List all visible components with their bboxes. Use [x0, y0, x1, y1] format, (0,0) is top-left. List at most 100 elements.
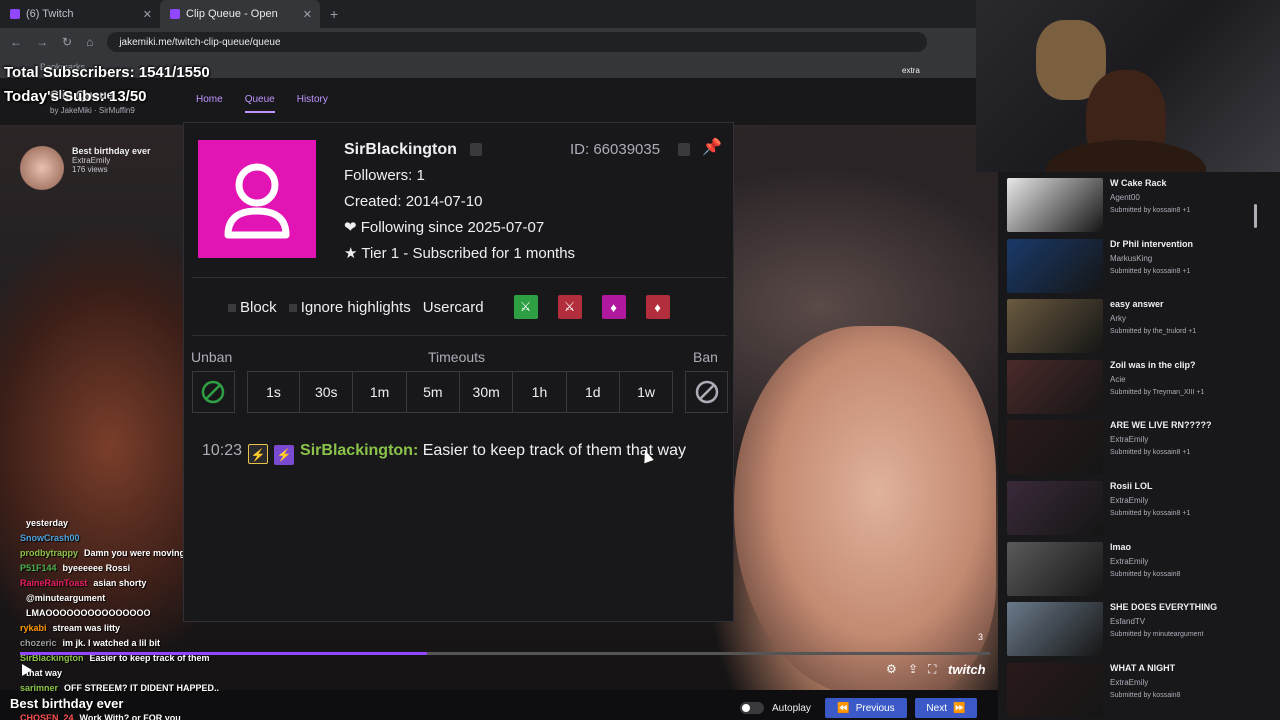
nav-home[interactable]: Home: [196, 94, 223, 113]
message-username[interactable]: SirBlackington:: [300, 442, 418, 459]
usercard-link[interactable]: Usercard: [423, 299, 484, 316]
queue-item[interactable]: Rosii LOL ExtraEmily Submitted by kossain8…: [998, 479, 1266, 537]
autoplay-toggle[interactable]: [740, 702, 764, 714]
timeout-button-1d[interactable]: 1d: [566, 371, 620, 413]
settings-icon[interactable]: ⚙: [886, 662, 897, 676]
browser-tab-twitch[interactable]: (6) Twitch ✕: [0, 0, 160, 28]
unmod-sword-icon[interactable]: ⚔: [557, 295, 582, 319]
share-icon[interactable]: ⇪: [908, 662, 918, 676]
chat-username[interactable]: P51F144: [20, 563, 57, 573]
ignore-label: Ignore highlights: [300, 298, 411, 316]
clip-streamer[interactable]: ExtraEmily: [72, 156, 151, 165]
queue-item[interactable]: Zoil was in the clip? Acie Submitted by Tr…: [998, 358, 1266, 416]
chat-username[interactable]: RaineRainToast: [20, 578, 87, 588]
timeout-button-5m[interactable]: 5m: [406, 371, 460, 413]
chat-username[interactable]: chozeric: [20, 638, 57, 648]
queue-thumbnail[interactable]: [1007, 299, 1103, 354]
twitch-logo[interactable]: twitch: [948, 662, 986, 677]
queue-channel[interactable]: ExtraEmily: [1110, 435, 1148, 444]
queue-thumbnail[interactable]: [1007, 541, 1103, 596]
chat-username[interactable]: CHOSEN_24: [20, 713, 74, 720]
birthday-overlay: Best birthday ever: [10, 696, 124, 711]
chat-username[interactable]: SnowCrash00: [20, 533, 80, 543]
timeout-button-1w[interactable]: 1w: [619, 371, 674, 413]
following-since: ❤ Following since 2025-07-07: [344, 219, 545, 236]
mod-sword-icon[interactable]: ⚔: [513, 295, 538, 319]
next-button[interactable]: Next ⏩: [914, 698, 977, 718]
prime-badge-icon: ⚡: [274, 445, 295, 465]
clip-progress-bar[interactable]: [20, 652, 990, 655]
queue-item[interactable]: easy answer Arky Submitted by the_trulord …: [998, 297, 1266, 355]
block-checkbox[interactable]: Block: [228, 299, 277, 316]
unvip-gem-icon[interactable]: ♦: [645, 295, 670, 319]
clip-meta: Best birthday ever ExtraEmily 176 views: [20, 146, 151, 190]
queue-channel[interactable]: ExtraEmily: [1110, 496, 1148, 505]
next-label: Next: [926, 702, 947, 714]
queue-item[interactable]: WHAT A NIGHT ExtraEmily Submitted by kossa…: [998, 661, 1266, 719]
timeout-button-30s[interactable]: 30s: [300, 371, 354, 413]
ban-button[interactable]: [685, 371, 728, 413]
queue-thumbnail[interactable]: [1007, 420, 1103, 475]
home-icon[interactable]: ⌂: [86, 35, 93, 49]
queue-thumbnail[interactable]: [1007, 359, 1103, 414]
queue-thumbnail[interactable]: [1007, 481, 1103, 535]
queue-channel[interactable]: Acie: [1110, 375, 1126, 384]
unban-button[interactable]: [192, 371, 235, 413]
queue-channel[interactable]: ExtraEmily: [1110, 557, 1148, 566]
close-tab-icon[interactable]: ✕: [143, 8, 152, 21]
queue-submitter: Submitted by kossain8 +1: [1110, 510, 1191, 517]
queue-item[interactable]: ARE WE LIVE RN????? ExtraEmily Submitted b…: [998, 418, 1266, 476]
clip-title: Best birthday ever: [72, 146, 151, 156]
pin-icon[interactable]: 📌: [702, 137, 722, 157]
queue-channel[interactable]: ExtraEmily: [1110, 678, 1148, 687]
previous-button[interactable]: ⏪ Previous: [824, 698, 907, 718]
copy-name-icon[interactable]: [470, 143, 482, 156]
queue-thumbnail[interactable]: [1007, 662, 1103, 717]
ignore-highlights-checkbox[interactable]: Ignore highlights: [288, 298, 411, 316]
queue-thumbnail[interactable]: [1007, 602, 1103, 657]
browser-tab-clip-queue[interactable]: Clip Queue - Open ✕: [160, 0, 320, 28]
nav-queue[interactable]: Queue: [244, 94, 275, 113]
chat-username[interactable]: sarimner: [20, 683, 58, 693]
queue-scrollbar[interactable]: [1254, 204, 1257, 228]
reload-icon[interactable]: ↻: [62, 35, 72, 49]
queue-item[interactable]: SHE DOES EVERYTHING EsfandTV Submitted by …: [998, 600, 1266, 658]
followers-count: Followers: 1: [344, 167, 425, 184]
queue-channel[interactable]: Agent00: [1110, 193, 1140, 202]
chat-username[interactable]: rykabi: [20, 623, 47, 633]
extra-label: extra: [902, 66, 920, 75]
user-name[interactable]: SirBlackington: [344, 141, 457, 159]
ban-label: Ban: [693, 349, 718, 365]
queue-channel[interactable]: EsfandTV: [1110, 617, 1145, 626]
timeout-button-1m[interactable]: 1m: [353, 371, 407, 413]
queue-thumbnail[interactable]: [1007, 178, 1103, 232]
chat-message: 10:23 ⚡ ⚡ SirBlackington: Easier to keep tr…: [202, 439, 712, 465]
queue-controls: Autoplay ⏪ Previous Next ⏩: [740, 696, 996, 720]
timeout-button-1s[interactable]: 1s: [246, 371, 301, 413]
queue-channel[interactable]: MarkusKing: [1110, 254, 1152, 263]
chat-username[interactable]: prodbytrappy: [20, 548, 78, 558]
fullscreen-icon[interactable]: ⛶: [928, 662, 936, 677]
queue-item[interactable]: Dr Phil intervention MarkusKing Submitted …: [998, 237, 1266, 295]
vip-gem-icon[interactable]: ♦: [601, 295, 626, 319]
timeout-button-1h[interactable]: 1h: [513, 371, 567, 413]
close-tab-icon[interactable]: ✕: [303, 8, 312, 21]
play-icon[interactable]: [22, 664, 32, 676]
copy-id-icon[interactable]: [678, 143, 690, 156]
subscription-tier: ★ Tier 1 - Subscribed for 1 months: [344, 245, 576, 262]
url-input[interactable]: jakemiki.me/twitch-clip-queue/queue: [107, 32, 928, 52]
new-tab-icon[interactable]: +: [320, 6, 348, 22]
streamer-body: [1046, 140, 1206, 172]
forward-icon[interactable]: →: [36, 35, 48, 49]
chat-text: stream was litty: [52, 623, 121, 633]
queue-item[interactable]: W Cake Rack Agent00 Submitted by kossain8 …: [998, 176, 1266, 234]
timeout-button-30m[interactable]: 30m: [460, 371, 514, 413]
unban-icon: [202, 380, 225, 404]
chat-text: LMAOOOOOOOOOOOOOOO: [26, 608, 151, 618]
queue-item[interactable]: lmao ExtraEmily Submitted by kossain8: [998, 540, 1266, 598]
queue-channel[interactable]: Arky: [1110, 314, 1126, 323]
queue-thumbnail[interactable]: [1007, 238, 1103, 293]
nav-history[interactable]: History: [297, 94, 328, 113]
queue-submitter: Submitted by the_trulord +1: [1110, 328, 1197, 336]
back-icon[interactable]: ←: [10, 35, 22, 49]
